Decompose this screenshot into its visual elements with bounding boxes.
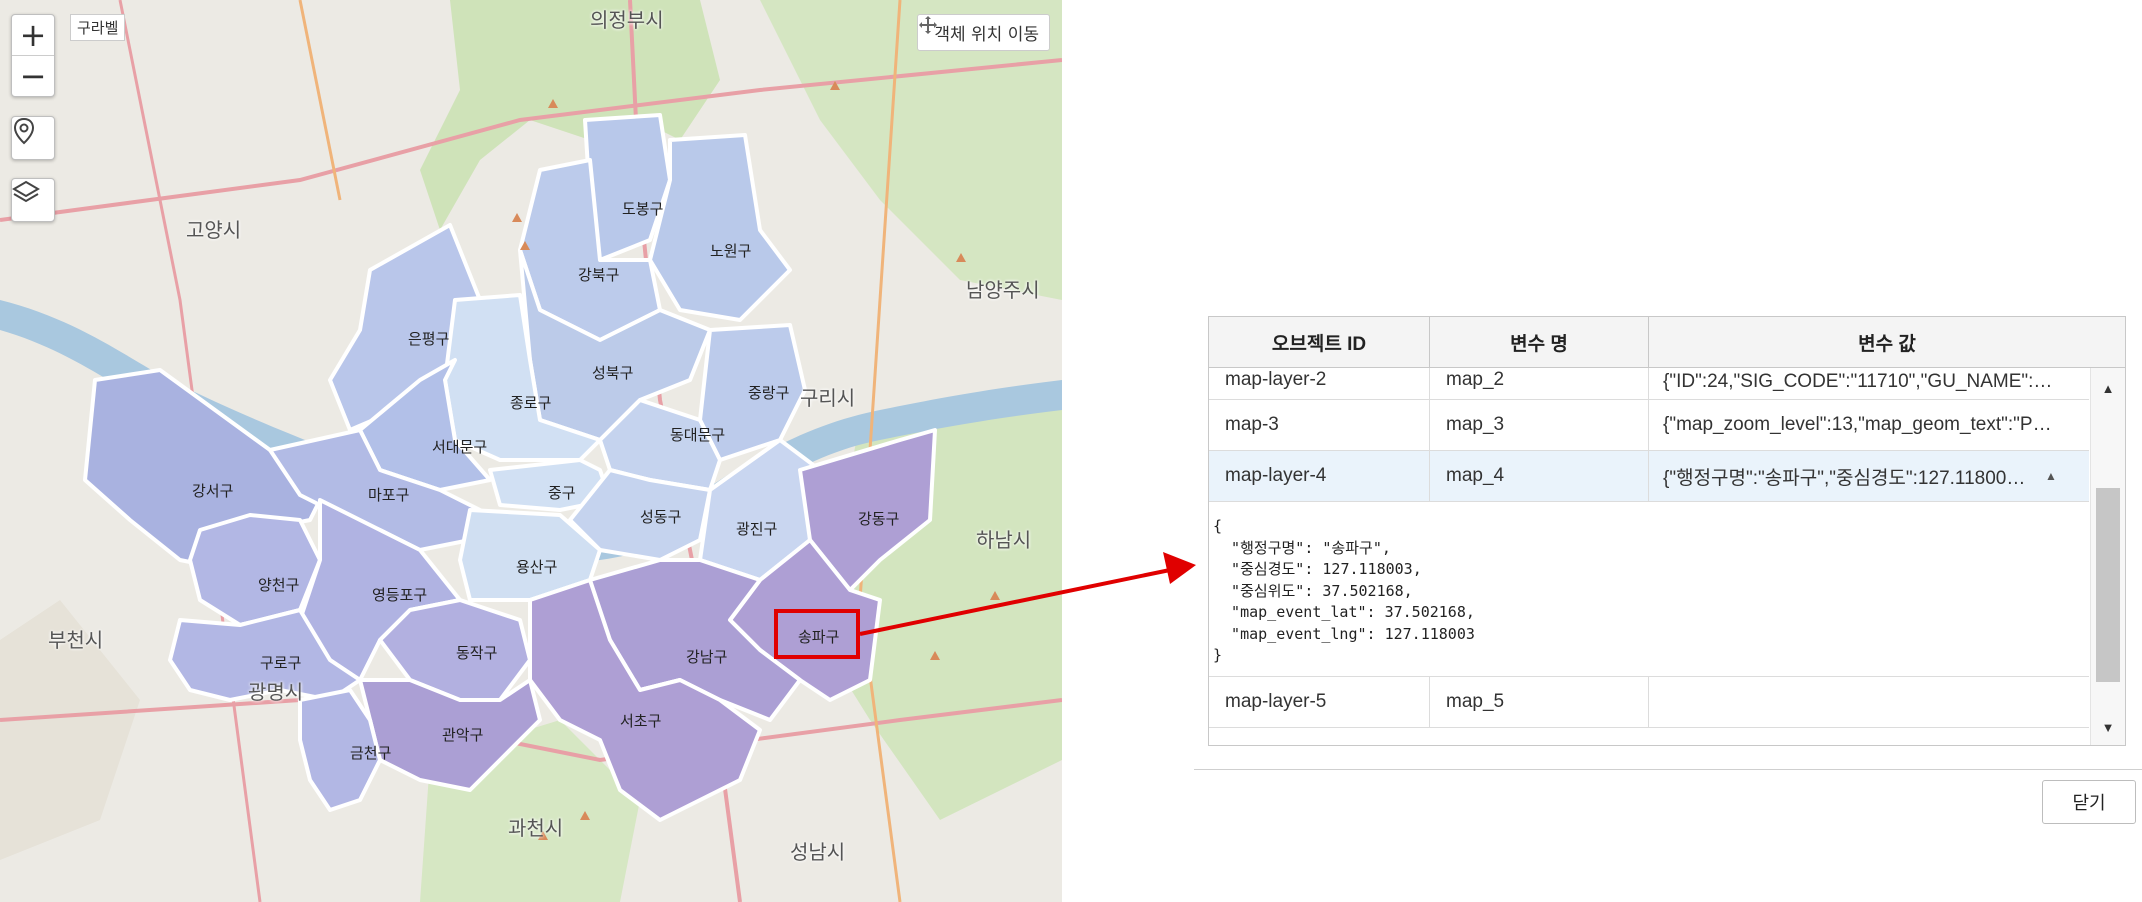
district-label: 강남구	[686, 648, 728, 666]
district-label: 서초구	[620, 712, 662, 730]
scroll-up-arrow-icon[interactable]: ▲	[2091, 376, 2125, 400]
scrollbar-thumb[interactable]	[2096, 488, 2120, 682]
table-row-selected[interactable]: map-layer-4 map_4 {"행정구명":"송파구","중심경도":1…	[1209, 451, 2089, 502]
district-label: 동작구	[456, 644, 498, 662]
district-label: 중랑구	[748, 384, 790, 402]
city-label: 부천시	[48, 628, 104, 652]
cell-variable-value: {"ID":24,"SIG_CODE":"11710","GU_NAME":"송…	[1663, 371, 2053, 392]
cell-variable-name: map_3	[1430, 400, 1649, 450]
district-label: 마포구	[368, 486, 410, 504]
district-label: 성동구	[640, 508, 682, 526]
city-label: 구리시	[800, 386, 856, 410]
city-label: 의정부시	[590, 8, 664, 32]
location-control[interactable]	[11, 116, 55, 160]
cell-variable-name: map_4	[1430, 451, 1649, 501]
district-label: 강동구	[858, 510, 900, 528]
zoom-in-button[interactable]: +	[12, 15, 54, 55]
district-label: 강서구	[192, 482, 234, 500]
district-label: 강북구	[578, 266, 620, 284]
move-object-label: 객체 위치 이동	[934, 25, 1039, 45]
column-header-variable-name: 변수 명	[1430, 317, 1649, 367]
map-canvas	[0, 0, 1062, 902]
table-row[interactable]: map-3 map_3 {"map_zoom_level":13,"map_ge…	[1209, 400, 2089, 451]
cell-variable-value: {"map_zoom_level":13,"map_geom_text":"PO…	[1663, 414, 2053, 435]
district-label: 동대문구	[670, 426, 726, 444]
column-header-object-id: 오브젝트 ID	[1209, 317, 1430, 367]
zoom-out-button[interactable]: −	[12, 55, 54, 96]
cell-variable-value	[1649, 677, 2089, 727]
city-label: 광명시	[248, 680, 304, 704]
cell-variable-name: map_5	[1430, 677, 1649, 727]
district-label: 용산구	[516, 558, 558, 576]
map-view[interactable]: + − 구라벨 객체 위치 이동 의정부시 고양시 남양주시 구리시 하남시 부…	[0, 0, 1062, 902]
layers-icon	[12, 179, 54, 221]
table-row[interactable]: map-layer-5 map_5	[1209, 677, 2089, 728]
location-pin-icon	[12, 117, 54, 159]
district-label: 광진구	[736, 520, 778, 538]
move-object-button[interactable]: 객체 위치 이동	[917, 14, 1050, 51]
selected-district-highlight	[774, 609, 860, 659]
district-label: 관악구	[442, 726, 484, 744]
cell-variable-value: {"행정구명":"송파구","중심경도":127.118003,"중심위도":3…	[1663, 467, 2057, 489]
district-label: 종로구	[510, 394, 552, 412]
zoom-control: + −	[11, 14, 55, 97]
district-label: 노원구	[710, 242, 752, 260]
district-label: 성북구	[592, 364, 634, 382]
cell-object-id: map-3	[1209, 400, 1430, 450]
scroll-down-arrow-icon[interactable]: ▼	[2091, 715, 2125, 739]
district-label: 중구	[548, 484, 576, 502]
city-label: 고양시	[186, 218, 242, 242]
district-label: 양천구	[258, 576, 300, 594]
table-header: 오브젝트 ID 변수 명 변수 값	[1209, 317, 2125, 368]
cell-object-id: map-layer-2	[1209, 368, 1430, 399]
district-nowon	[648, 133, 792, 322]
table-body[interactable]: map-layer-2 map_2 {"ID":24,"SIG_CODE":"1…	[1209, 368, 2089, 745]
district-label: 금천구	[350, 744, 392, 762]
variable-table: 오브젝트 ID 변수 명 변수 값 map-layer-2 map_2 {"ID…	[1208, 316, 2126, 746]
district-label: 서대문구	[432, 438, 488, 456]
column-header-variable-value: 변수 값	[1858, 333, 1916, 355]
layers-control[interactable]	[11, 178, 55, 222]
cell-variable-name: map_2	[1430, 368, 1649, 399]
city-label: 성남시	[790, 840, 846, 864]
district-label: 구로구	[260, 654, 302, 672]
city-label: 과천시	[508, 816, 564, 840]
footer-divider	[1194, 769, 2142, 770]
cell-object-id: map-layer-5	[1209, 677, 1430, 727]
district-label: 도봉구	[622, 200, 664, 218]
cell-object-id: map-layer-4	[1209, 451, 1430, 501]
district-label: 은평구	[408, 330, 450, 348]
table-row[interactable]: map-layer-2 map_2 {"ID":24,"SIG_CODE":"1…	[1209, 368, 2089, 400]
close-button[interactable]: 닫기	[2042, 780, 2136, 824]
city-label: 하남시	[976, 528, 1032, 552]
map-tag-label: 구라벨	[70, 14, 126, 41]
collapse-caret-icon[interactable]: ▲	[2045, 469, 2057, 483]
district-label: 영등포구	[372, 586, 428, 604]
city-label: 남양주시	[966, 278, 1040, 302]
expanded-json-value: { "행정구명": "송파구", "중심경도": 127.118003, "중심…	[1209, 502, 2089, 677]
table-scrollbar[interactable]: ▲ ▼	[2090, 368, 2125, 745]
